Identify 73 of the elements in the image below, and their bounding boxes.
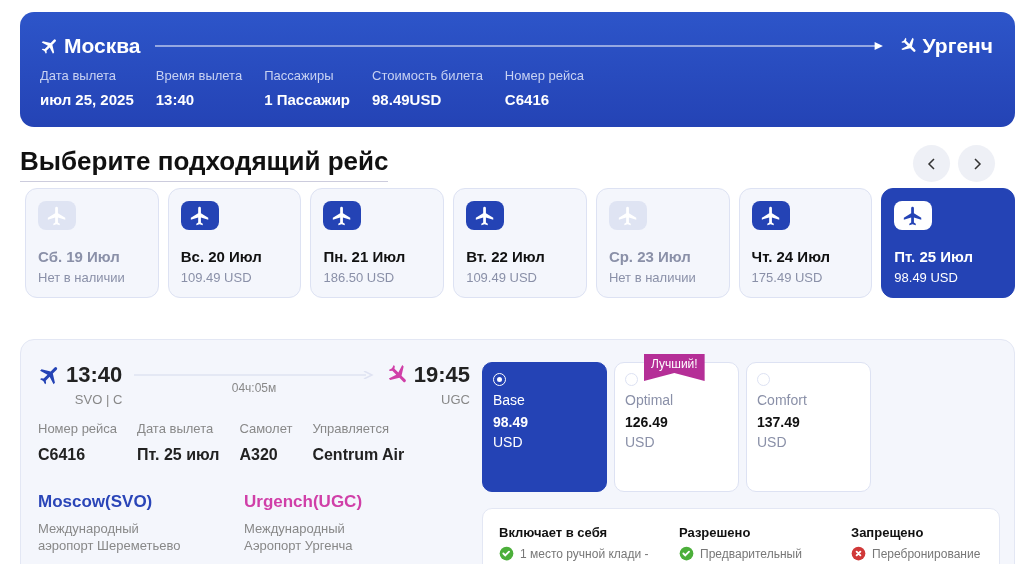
airport-name: Международный аэропорт Шереметьево (38, 520, 182, 554)
date-price: 98.49 USD (894, 270, 958, 285)
detail-label: Время вылета (155, 68, 243, 83)
date-price: 186.50 USD (323, 270, 395, 285)
section-title: Выберите подходящий рейс (20, 145, 389, 182)
airport-city: Moscow(SVO) (38, 492, 154, 512)
info-label: Управляется (312, 421, 390, 436)
date-price: Нет в наличии (608, 270, 696, 285)
detail-label: Стоимость билета (372, 68, 483, 83)
flight-duration: 04ч:05м (231, 381, 277, 395)
date-price: 109.49 USD (180, 270, 252, 285)
conditions-heading: Запрещено (851, 525, 925, 540)
fare-currency: USD (625, 434, 655, 450)
date-label: Чт. 24 Июл (751, 248, 831, 265)
detail-label: Дата вылета (40, 68, 118, 83)
arrival-code: UGC (441, 392, 470, 407)
date-label: Сб. 19 Июл (38, 248, 120, 265)
info-label: Самолет (239, 421, 293, 436)
info-label: Номер рейса (38, 421, 118, 436)
conditions-heading: Включает в себя (499, 525, 609, 540)
date-label: Вт. 22 Июл (466, 248, 545, 265)
detail-value: C6416 (504, 91, 551, 108)
info-value: Пт. 25 июл (137, 446, 220, 464)
date-label: Вс. 20 Июл (180, 248, 262, 265)
arrival-city: Ургенч (922, 34, 993, 58)
conditions-heading: Разрешено (679, 525, 752, 540)
date-price: Нет в наличии (38, 270, 125, 285)
arrival-time: 19:45 (413, 362, 470, 388)
date-card[interactable]: Пн. 21 Июл 186.50 USD (310, 188, 445, 298)
date-price: 175.49 USD (751, 270, 823, 285)
airport-city: Urgench(UGC) (244, 492, 364, 512)
date-card[interactable]: Чт. 24 Июл 175.49 USD (738, 188, 873, 298)
info-value: Centrum Air (312, 446, 405, 464)
departure-time: 13:40 (66, 362, 123, 388)
fare-name: Optimal (625, 392, 674, 408)
info-value: C6416 (38, 446, 87, 464)
detail-value: июл 25, 2025 (40, 91, 134, 108)
fare-price: 126.49 (625, 414, 668, 430)
plane-glyph-icon (46, 204, 68, 227)
date-card[interactable]: Пт. 25 Июл 98.49 USD (881, 188, 1016, 298)
previous-button[interactable] (913, 145, 950, 182)
fare-price: 137.49 (757, 414, 800, 430)
date-price: 109.49 USD (466, 270, 537, 285)
detail-value: 13:40 (155, 91, 196, 108)
fare-price: 98.49 (493, 414, 529, 430)
date-card[interactable]: Вт. 22 Июл 109.49 USD (453, 188, 587, 298)
detail-label: Пассажиры (264, 68, 335, 83)
condition-text: 1 место ручной клади - (520, 546, 649, 561)
fare-currency: USD (493, 434, 523, 450)
fare-currency: USD (757, 434, 787, 450)
detail-value: 1 Пассажир (264, 91, 351, 108)
plane-glyph-icon (616, 204, 639, 227)
date-card[interactable]: Вс. 20 Июл 109.49 USD (167, 188, 302, 298)
airport-name: Международный Аэропорт Ургенча (244, 520, 354, 554)
next-button[interactable] (958, 145, 995, 182)
detail-value: 98.49USD (372, 91, 443, 108)
plane-glyph-icon (759, 204, 782, 227)
plane-glyph-icon (188, 204, 211, 227)
departure-city: Москва (64, 34, 141, 58)
date-label: Пн. 21 Июл (323, 248, 406, 265)
date-label: Ср. 23 Июл (608, 248, 691, 265)
condition-text: Перебронирование (872, 546, 981, 561)
info-value: A320 (239, 446, 279, 464)
info-label: Дата вылета (137, 421, 215, 436)
condition-text: Предварительный (700, 546, 802, 561)
departure-code: SVO | C (74, 392, 123, 407)
date-label: Пт. 25 Июл (894, 248, 974, 265)
chevron-left-icon (925, 157, 938, 170)
fare-option[interactable]: Comfort 137.49 USD (746, 362, 871, 492)
fare-name: Comfort (757, 392, 807, 408)
fare-option[interactable]: Base 98.49 USD (482, 362, 607, 492)
fare-name: Base (493, 392, 525, 408)
detail-label: Номер рейса (504, 68, 584, 83)
